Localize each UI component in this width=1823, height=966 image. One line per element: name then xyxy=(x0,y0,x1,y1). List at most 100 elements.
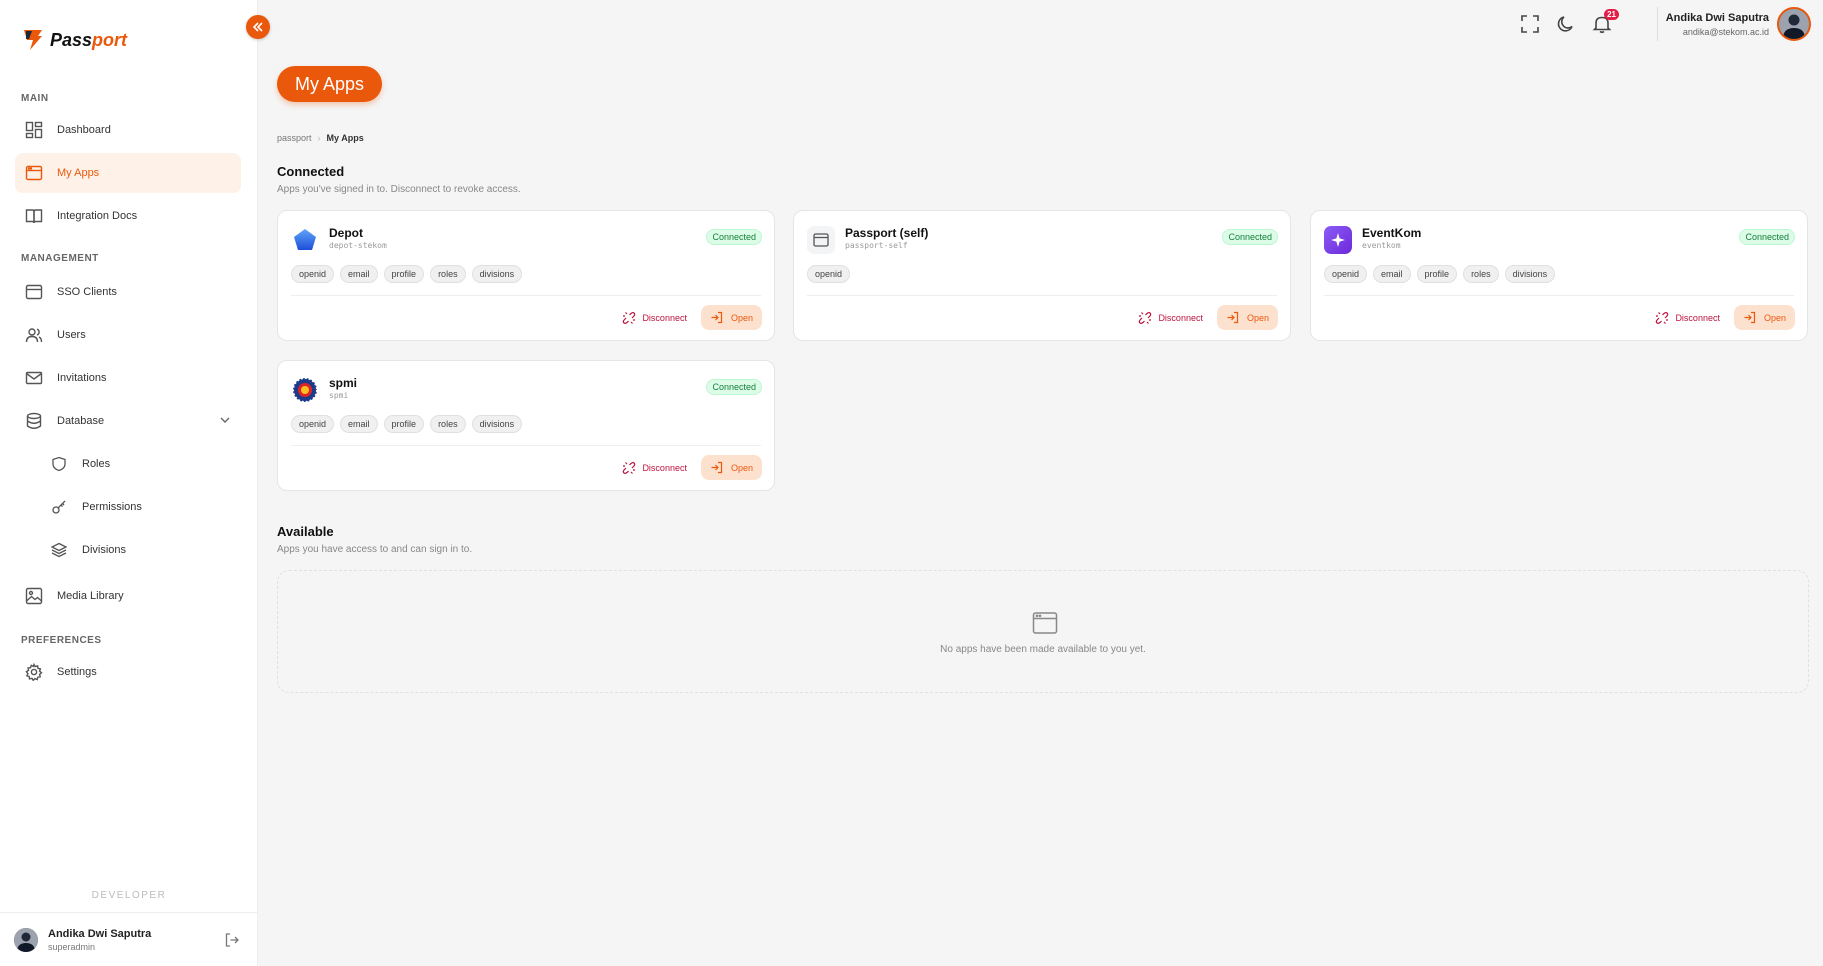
open-button[interactable]: Open xyxy=(700,305,762,330)
sidebar-item-label: My Apps xyxy=(57,167,100,179)
dashboard-icon xyxy=(24,120,44,140)
breadcrumb-current: My Apps xyxy=(326,133,364,143)
sidebar-item-label: Users xyxy=(57,329,86,341)
sidebar-item-my-apps[interactable]: My Apps xyxy=(15,153,241,193)
sign-in-icon xyxy=(711,461,723,474)
sidebar-item-dashboard[interactable]: Dashboard xyxy=(15,110,241,150)
app-name: spmi xyxy=(329,376,358,390)
scope-tag: roles xyxy=(1463,265,1499,283)
card-divider xyxy=(291,445,761,446)
open-button[interactable]: Open xyxy=(1733,305,1795,330)
status-badge: Connected xyxy=(706,379,762,395)
logout-icon[interactable] xyxy=(224,932,240,953)
app-card-depot: Depot depot-stekom Connected openid emai… xyxy=(277,210,775,341)
scope-list: openid email profile roles divisions xyxy=(291,415,523,433)
scope-tag: openid xyxy=(291,265,335,283)
app-name: Passport (self) xyxy=(845,226,929,240)
unlink-icon xyxy=(623,461,636,474)
scope-list: openid email profile roles divisions xyxy=(1324,265,1556,283)
bell-icon[interactable]: 21 xyxy=(1591,9,1619,35)
breadcrumb-root[interactable]: passport xyxy=(277,133,312,143)
open-button[interactable]: Open xyxy=(700,455,762,480)
sign-in-icon xyxy=(1744,311,1756,324)
sidebar-item-label: Settings xyxy=(57,666,97,678)
connected-subtitle: Apps you've signed in to. Disconnect to … xyxy=(277,184,521,195)
disconnect-button[interactable]: Disconnect xyxy=(622,311,687,325)
sidebar-item-roles[interactable]: Roles xyxy=(40,444,241,484)
pentagon-icon xyxy=(291,226,319,254)
sidebar-item-database[interactable]: Database xyxy=(15,401,241,441)
sidebar-user-name: Andika Dwi Saputra xyxy=(48,927,152,940)
breadcrumb: passport › My Apps xyxy=(277,133,364,143)
sidebar-item-integration-docs[interactable]: Integration Docs xyxy=(15,196,241,236)
scope-tag: email xyxy=(340,415,378,433)
card-divider xyxy=(291,295,761,296)
app-slug: eventkom xyxy=(1362,241,1401,250)
scope-tag: roles xyxy=(430,265,466,283)
scope-tag: openid xyxy=(807,265,851,283)
app-name: EventKom xyxy=(1362,226,1422,240)
scope-tag: divisions xyxy=(1504,265,1556,283)
status-badge: Connected xyxy=(1222,229,1278,245)
unlink-icon xyxy=(1139,311,1152,324)
scope-tag: profile xyxy=(383,265,425,283)
scope-tag: email xyxy=(1373,265,1411,283)
open-button[interactable]: Open xyxy=(1216,305,1278,330)
sparkle-icon xyxy=(1324,226,1352,254)
disconnect-button[interactable]: Disconnect xyxy=(1138,311,1203,325)
sidebar-item-invitations[interactable]: Invitations xyxy=(15,358,241,398)
scope-tag: divisions xyxy=(471,265,523,283)
sidebar-item-divisions[interactable]: Divisions xyxy=(40,530,241,570)
user-menu[interactable]: Andika Dwi Saputra andika@stekom.ac.id xyxy=(1656,7,1811,41)
card-divider xyxy=(807,295,1277,296)
scope-tag: roles xyxy=(430,415,466,433)
app-card-passport-self: Passport (self) passport-self Connected … xyxy=(793,210,1291,341)
gear-icon xyxy=(24,662,44,682)
sidebar-item-label: Divisions xyxy=(82,544,127,556)
notification-badge: 21 xyxy=(1604,9,1619,20)
brand-logo[interactable]: Passport xyxy=(22,28,127,52)
key-icon xyxy=(49,497,69,517)
sidebar-item-label: Invitations xyxy=(57,372,107,384)
available-title: Available xyxy=(277,524,334,539)
scope-list: openid xyxy=(807,265,851,283)
database-icon xyxy=(24,411,44,431)
sidebar-item-sso-clients[interactable]: SSO Clients xyxy=(15,272,241,312)
user-email: andika@stekom.ac.id xyxy=(1682,26,1769,37)
sidebar-item-label: Roles xyxy=(82,458,111,470)
fullscreen-icon[interactable] xyxy=(1519,13,1541,35)
book-open-icon xyxy=(24,206,44,226)
avatar xyxy=(1777,7,1811,41)
collapse-sidebar-button[interactable] xyxy=(246,15,270,39)
card-divider xyxy=(1324,295,1794,296)
status-badge: Connected xyxy=(1739,229,1795,245)
status-badge: Connected xyxy=(706,229,762,245)
chevrons-left-icon xyxy=(252,22,263,32)
app-window-icon xyxy=(24,282,44,302)
sidebar: Passport MAIN Dashboard My Apps Integrat… xyxy=(0,0,258,966)
scope-list: openid email profile roles divisions xyxy=(291,265,523,283)
sidebar-item-label: SSO Clients xyxy=(57,286,117,298)
chevron-down-icon xyxy=(219,414,231,429)
app-card-spmi: spmi spmi Connected openid email profile… xyxy=(277,360,775,491)
brand-name: Passport xyxy=(50,29,128,50)
gear-emblem-icon xyxy=(291,376,319,404)
developer-label: DEVELOPER xyxy=(91,890,167,901)
sidebar-item-label: Permissions xyxy=(82,501,142,513)
sidebar-item-settings[interactable]: Settings xyxy=(15,652,241,692)
section-label-preferences: PREFERENCES xyxy=(21,635,102,646)
avatar xyxy=(14,927,38,952)
section-label-main: MAIN xyxy=(21,93,49,104)
unlink-icon xyxy=(1656,311,1669,324)
sidebar-item-permissions[interactable]: Permissions xyxy=(40,487,241,527)
available-subtitle: Apps you have access to and can sign in … xyxy=(277,544,473,555)
moon-icon[interactable] xyxy=(1555,13,1577,35)
sidebar-item-media-library[interactable]: Media Library xyxy=(15,576,241,616)
disconnect-button[interactable]: Disconnect xyxy=(1655,311,1720,325)
scope-tag: openid xyxy=(1324,265,1368,283)
sidebar-item-users[interactable]: Users xyxy=(15,315,241,355)
app-window-icon xyxy=(1032,611,1058,640)
sidebar-user-profile[interactable]: Andika Dwi Saputra superadmin xyxy=(0,912,258,966)
app-card-eventkom: EventKom eventkom Connected openid email… xyxy=(1310,210,1808,341)
disconnect-button[interactable]: Disconnect xyxy=(622,461,687,475)
